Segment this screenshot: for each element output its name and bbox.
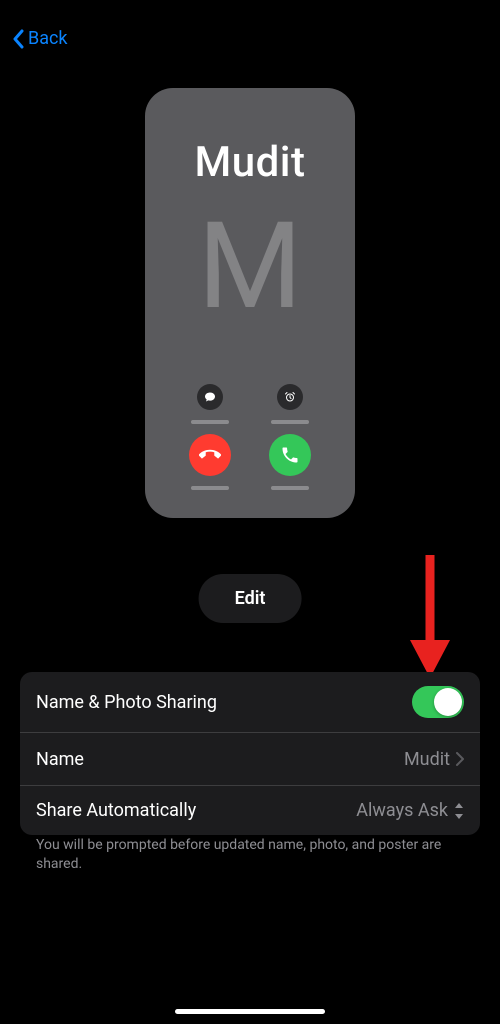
contact-poster-preview: Mudit M xyxy=(145,88,355,518)
name-row[interactable]: Name Mudit xyxy=(20,733,480,786)
chevron-left-icon xyxy=(12,29,24,49)
arrow-annotation xyxy=(400,550,460,680)
back-label: Back xyxy=(28,28,68,49)
name-row-value: Mudit xyxy=(404,749,450,770)
home-indicator[interactable] xyxy=(175,1009,325,1014)
back-button[interactable]: Back xyxy=(12,28,68,49)
accept-call-icon xyxy=(269,434,311,476)
poster-contact-name: Mudit xyxy=(195,138,306,187)
name-photo-sharing-row: Name & Photo Sharing xyxy=(20,672,480,733)
share-automatically-label: Share Automatically xyxy=(36,800,196,821)
up-down-chevron-icon xyxy=(454,803,464,819)
edit-label: Edit xyxy=(235,588,266,609)
name-photo-sharing-toggle[interactable] xyxy=(412,686,464,718)
remind-icon xyxy=(277,384,303,410)
share-automatically-row[interactable]: Share Automatically Always Ask xyxy=(20,786,480,835)
call-controls-preview xyxy=(145,384,355,490)
name-row-label: Name xyxy=(36,749,84,770)
message-icon xyxy=(197,384,223,410)
decline-call-icon xyxy=(189,434,231,476)
poster-monogram: M xyxy=(198,207,303,327)
footer-description: You will be prompted before updated name… xyxy=(36,836,464,874)
chevron-right-icon xyxy=(456,747,464,771)
sharing-settings-group: Name & Photo Sharing Name Mudit Share Au… xyxy=(20,672,480,835)
share-automatically-value: Always Ask xyxy=(356,800,448,821)
name-photo-sharing-label: Name & Photo Sharing xyxy=(36,692,217,713)
edit-button[interactable]: Edit xyxy=(199,574,302,623)
